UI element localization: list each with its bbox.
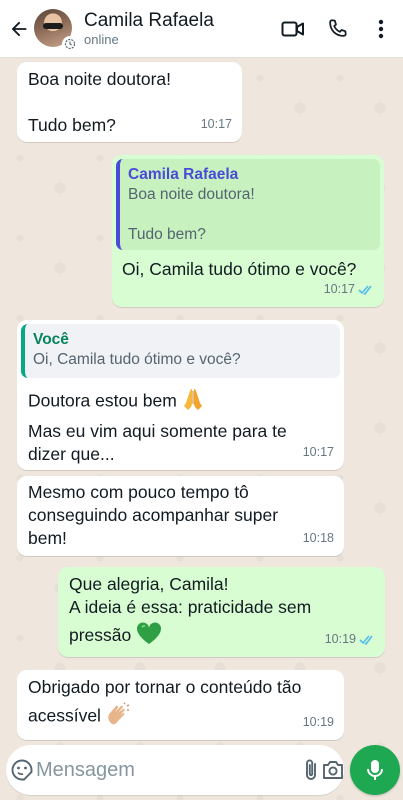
double-check-icon <box>359 635 373 645</box>
kebab-menu-icon <box>378 19 384 38</box>
message-time: 10:19 <box>325 628 375 651</box>
contact-name: Camila Rafaela <box>84 9 214 31</box>
message-input[interactable] <box>34 758 301 782</box>
quote-text: Oi, Camila tudo ótimo e você? <box>33 351 241 368</box>
disappearing-timer-icon <box>62 35 78 52</box>
clapping-hands-emoji <box>106 702 132 732</box>
message-text: Mesmo com pouco tempo tô <box>28 482 249 502</box>
quoted-message[interactable]: Camila Rafaela Boa noite doutora! Tudo b… <box>116 159 380 250</box>
quote-text: Boa noite doutora! <box>128 186 255 203</box>
message-text: dizer que... <box>28 444 115 464</box>
message-text: acessível <box>28 702 333 732</box>
message-bubble[interactable]: Obrigado por tornar o conteúdo tão acess… <box>17 670 344 740</box>
message-text: bem! <box>28 528 67 548</box>
message-text: Que alegria, Camila! <box>69 574 229 594</box>
message-time: 10:17 <box>200 117 232 131</box>
message-text: conseguindo acompanhar super <box>28 505 279 525</box>
voice-record-button[interactable] <box>350 745 400 795</box>
double-check-icon <box>358 285 372 295</box>
camera-icon <box>323 761 343 779</box>
message-text: Oi, Camila tudo ótimo e você? <box>122 259 357 279</box>
arrow-left-icon <box>11 21 27 36</box>
chat-header: Camila Rafaela online <box>0 0 403 58</box>
message-bubble[interactable]: Boa noite doutora! Tudo bem? 10:17 <box>17 62 242 142</box>
message-bubble[interactable]: Você Oi, Camila tudo ótimo e você? Douto… <box>17 320 344 470</box>
quoted-message[interactable]: Você Oi, Camila tudo ótimo e você? <box>21 324 340 378</box>
message-composer <box>6 745 344 795</box>
message-time: 10:19 <box>302 715 334 729</box>
message-bubble[interactable]: Mesmo com pouco tempo tô conseguindo aco… <box>17 476 344 556</box>
quote-author: Camila Rafaela <box>128 166 239 183</box>
voice-call-button[interactable] <box>315 0 359 58</box>
message-text: Doutora estou bem <box>28 387 333 417</box>
message-time: 10:18 <box>302 531 334 545</box>
quote-author: Você <box>33 331 69 348</box>
attach-button[interactable] <box>301 745 321 795</box>
more-options-button[interactable] <box>359 0 403 58</box>
camera-button[interactable] <box>321 745 345 795</box>
message-bubble[interactable]: Que alegria, Camila! A ideia é essa: pra… <box>58 567 385 657</box>
paperclip-icon <box>306 759 316 780</box>
message-text: Boa noite doutora! <box>28 69 172 89</box>
message-time: 10:17 <box>324 278 374 301</box>
avatar[interactable] <box>34 8 78 52</box>
emoji-button[interactable] <box>10 745 34 795</box>
phone-icon <box>329 18 347 37</box>
microphone-icon <box>367 760 383 780</box>
folded-hands-emoji <box>182 387 204 417</box>
message-text: Mas eu vim aqui somente para te <box>28 421 287 441</box>
video-call-button[interactable] <box>271 0 315 58</box>
sticker-smiley-icon <box>11 759 33 781</box>
message-text: Obrigado por tornar o conteúdo tão <box>28 677 302 697</box>
message-time: 10:17 <box>302 445 334 459</box>
message-bubble[interactable]: Camila Rafaela Boa noite doutora! Tudo b… <box>112 155 384 307</box>
video-camera-icon <box>281 21 304 36</box>
contact-info[interactable]: Camila Rafaela online <box>84 10 271 48</box>
green-heart-emoji <box>136 622 162 651</box>
message-text: A ideia é essa: praticidade sem <box>69 597 312 617</box>
contact-status: online <box>84 31 119 47</box>
back-button[interactable] <box>2 0 36 58</box>
quote-text: Tudo bem? <box>128 226 206 243</box>
